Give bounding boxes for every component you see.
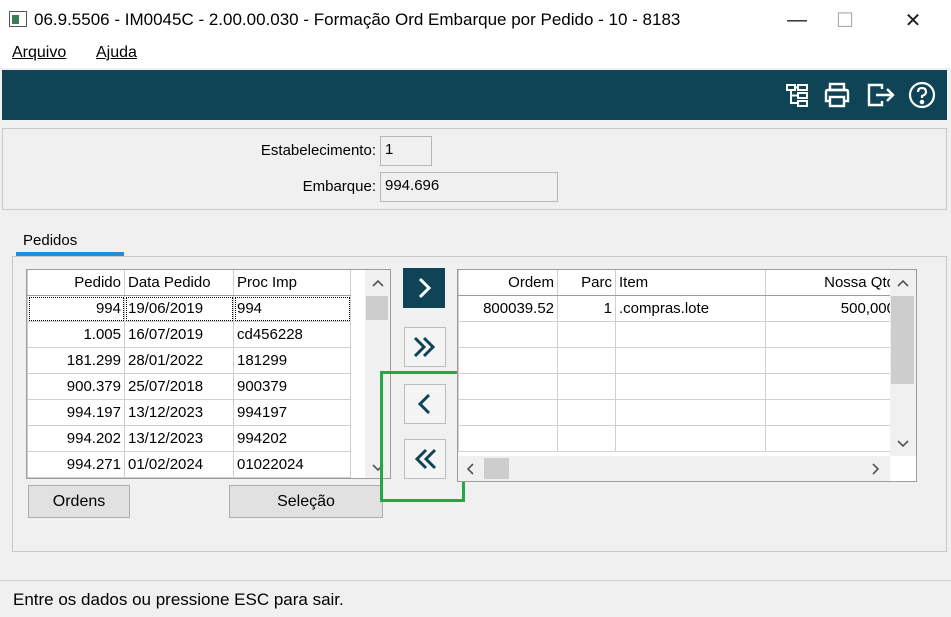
column-header-parc[interactable]: Parc: [557, 270, 616, 296]
scroll-down-icon[interactable]: [890, 434, 916, 454]
exit-icon[interactable]: [864, 78, 898, 112]
close-button[interactable]: ✕: [890, 0, 936, 40]
print-icon[interactable]: [820, 78, 854, 112]
cell-parc[interactable]: 1: [557, 295, 616, 322]
cell-data-pedido[interactable]: 19/06/2019: [124, 295, 234, 322]
table-row[interactable]: [458, 347, 899, 374]
menu-ajuda[interactable]: Ajuda: [96, 44, 137, 62]
ordens-horizontal-scrollbar[interactable]: [458, 456, 890, 481]
tab-active-indicator: [16, 252, 124, 256]
cell-data-pedido[interactable]: 13/12/2023: [124, 425, 234, 452]
cell-pedido[interactable]: 994.271: [27, 451, 125, 478]
table-row[interactable]: [458, 399, 899, 426]
scroll-up-icon[interactable]: [365, 272, 390, 294]
cell-pedido[interactable]: 1.005: [27, 321, 125, 348]
table-row[interactable]: [458, 425, 899, 452]
embarque-field[interactable]: 994.696: [380, 172, 558, 202]
column-header-item[interactable]: Item: [615, 270, 766, 296]
column-header-nossa-qtd[interactable]: Nossa Qtd: [765, 270, 899, 296]
table-row[interactable]: 994 19/06/2019 994: [27, 295, 351, 322]
move-right-button[interactable]: [403, 268, 445, 308]
estabelecimento-label: Estabelecimento:: [260, 142, 376, 159]
table-row[interactable]: 994.197 13/12/2023 994197: [27, 399, 351, 426]
app-icon: [9, 11, 27, 27]
ordens-button[interactable]: Ordens: [28, 485, 130, 518]
menu-bar: Arquivo Ajuda: [0, 40, 951, 68]
status-bar: Entre os dados ou pressione ESC para sai…: [0, 580, 951, 617]
cell-pedido[interactable]: 181.299: [27, 347, 125, 374]
cell-ordem[interactable]: 800039.52: [458, 295, 558, 322]
ordens-grid: Ordem Parc Item Nossa Qtd 800039.52 1 .c…: [457, 269, 917, 482]
selecao-button[interactable]: Seleção: [229, 485, 383, 518]
table-row[interactable]: 1.005 16/07/2019 cd456228: [27, 321, 351, 348]
embarque-label: Embarque:: [302, 178, 376, 195]
scroll-up-icon[interactable]: [890, 272, 916, 294]
help-icon[interactable]: [905, 78, 939, 112]
hierarchy-icon[interactable]: [780, 78, 814, 112]
cell-proc-imp[interactable]: 994: [233, 295, 351, 322]
highlight-box: [380, 371, 465, 502]
cell-proc-imp[interactable]: 900379: [233, 373, 351, 400]
cell-data-pedido[interactable]: 01/02/2024: [124, 451, 234, 478]
tab-pedidos-label: Pedidos: [23, 232, 78, 249]
cell-proc-imp[interactable]: cd456228: [233, 321, 351, 348]
column-header-proc-imp[interactable]: Proc Imp: [233, 270, 351, 296]
cell-proc-imp[interactable]: 181299: [233, 347, 351, 374]
ordens-vertical-scrollbar[interactable]: [890, 270, 916, 456]
cell-proc-imp[interactable]: 994197: [233, 399, 351, 426]
minimize-button[interactable]: —: [774, 0, 820, 40]
cell-pedido[interactable]: 900.379: [27, 373, 125, 400]
cell-pedido[interactable]: 994.202: [27, 425, 125, 452]
pedidos-grid: Pedido Data Pedido Proc Imp 994 19/06/20…: [26, 269, 391, 479]
table-row[interactable]: 181.299 28/01/2022 181299: [27, 347, 351, 374]
cell-proc-imp[interactable]: 01022024: [233, 451, 351, 478]
cell-item[interactable]: .compras.lote: [615, 295, 766, 322]
menu-arquivo[interactable]: Arquivo: [12, 44, 66, 62]
chevron-right-icon: [418, 277, 432, 299]
cell-data-pedido[interactable]: 28/01/2022: [124, 347, 234, 374]
toolbar: [2, 70, 947, 120]
cell-data-pedido[interactable]: 16/07/2019: [124, 321, 234, 348]
table-row[interactable]: 994.271 01/02/2024 01022024: [27, 451, 351, 478]
table-row[interactable]: 800039.52 1 .compras.lote 500,000: [458, 295, 899, 322]
estabelecimento-field[interactable]: 1: [380, 136, 432, 166]
table-row[interactable]: [458, 321, 899, 348]
cell-proc-imp[interactable]: 994202: [233, 425, 351, 452]
scroll-thumb[interactable]: [891, 296, 914, 384]
column-header-ordem[interactable]: Ordem: [458, 270, 558, 296]
title-bar: 06.9.5506 - IM0045C - 2.00.00.030 - Form…: [0, 0, 951, 40]
window-title: 06.9.5506 - IM0045C - 2.00.00.030 - Form…: [34, 10, 681, 29]
cell-pedido[interactable]: 994: [27, 295, 125, 322]
table-row[interactable]: 900.379 25/07/2018 900379: [27, 373, 351, 400]
table-row[interactable]: [458, 373, 899, 400]
maximize-button[interactable]: ☐: [822, 0, 868, 40]
cell-nossa-qtd[interactable]: 500,000: [765, 295, 899, 322]
cell-pedido[interactable]: 994.197: [27, 399, 125, 426]
scroll-thumb[interactable]: [366, 296, 388, 320]
column-header-pedido[interactable]: Pedido: [27, 270, 125, 296]
double-chevron-right-icon: [413, 336, 436, 358]
scroll-left-icon[interactable]: [460, 458, 480, 479]
scroll-right-icon[interactable]: [866, 458, 886, 479]
scroll-thumb[interactable]: [484, 458, 509, 479]
column-header-data-pedido[interactable]: Data Pedido: [124, 270, 234, 296]
cell-data-pedido[interactable]: 25/07/2018: [124, 373, 234, 400]
status-text: Entre os dados ou pressione ESC para sai…: [13, 590, 344, 609]
cell-data-pedido[interactable]: 13/12/2023: [124, 399, 234, 426]
table-row[interactable]: 994.202 13/12/2023 994202: [27, 425, 351, 452]
move-all-right-button[interactable]: [404, 327, 446, 367]
